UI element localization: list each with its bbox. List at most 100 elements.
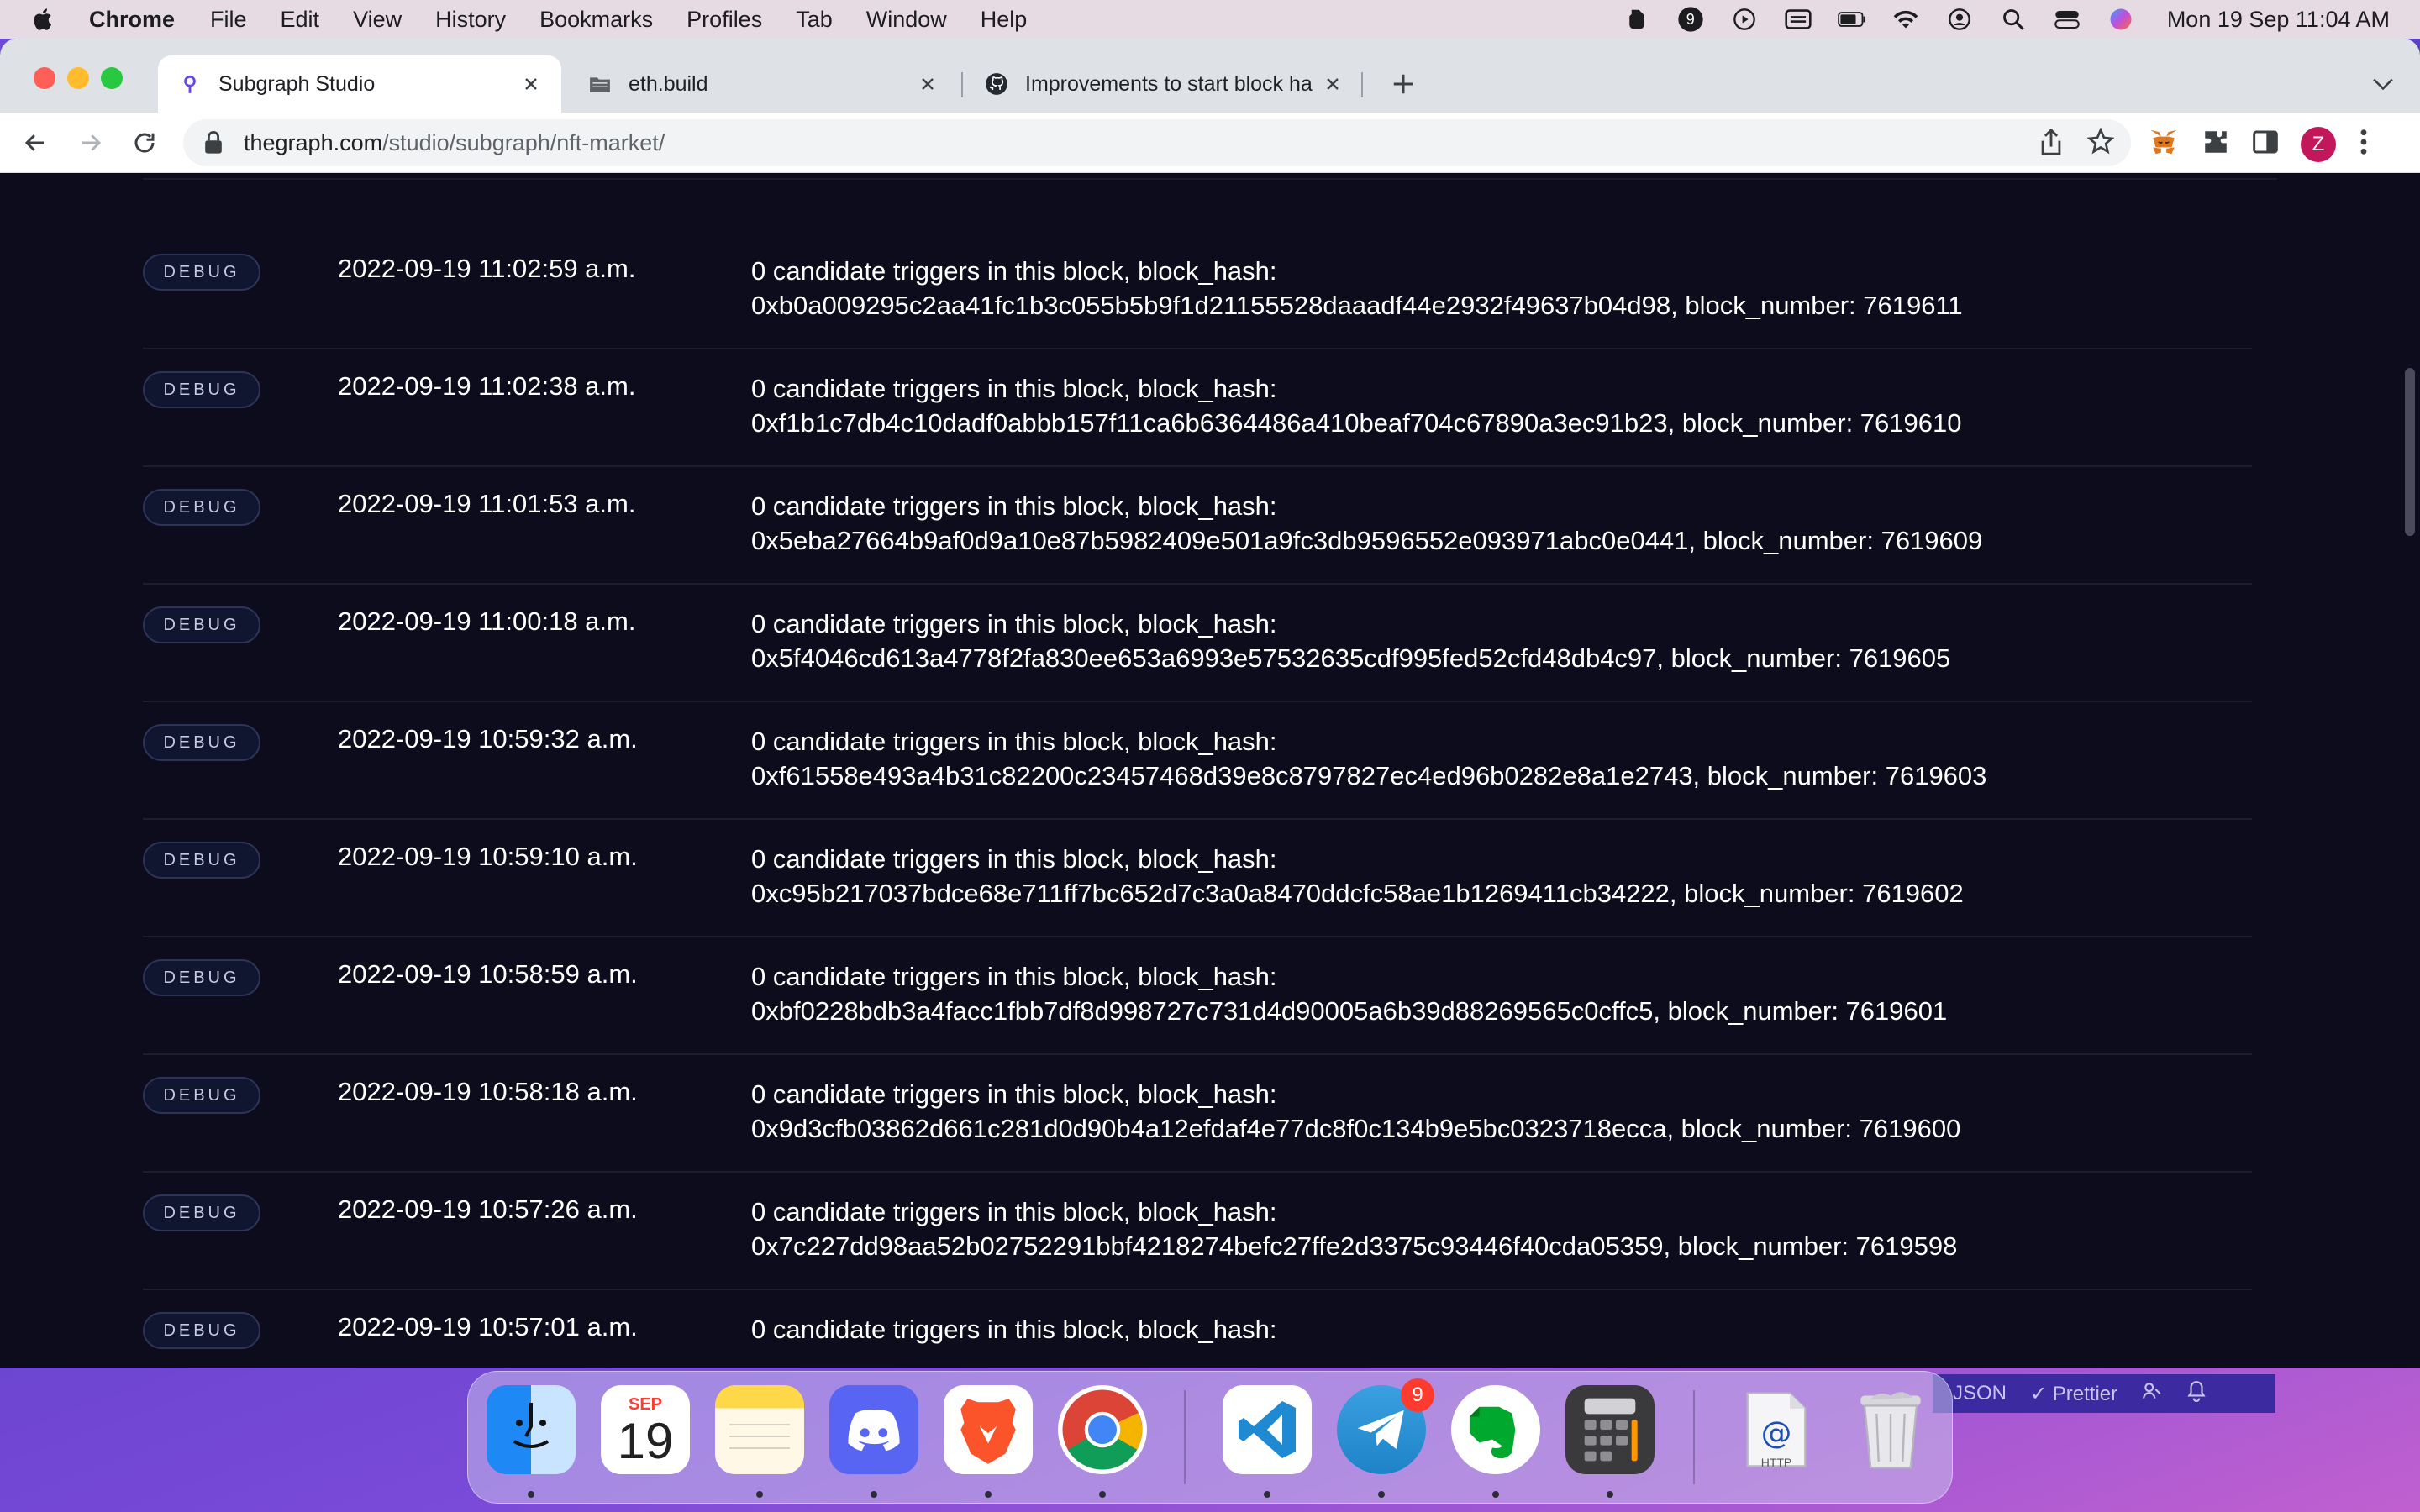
dock-vscode[interactable] xyxy=(1223,1385,1312,1474)
close-icon[interactable] xyxy=(918,74,938,94)
dock-calendar[interactable]: SEP 19 xyxy=(601,1385,690,1474)
log-message-line: 0xf61558e493a4b31c82200c23457468d39e8c87… xyxy=(751,761,1987,790)
log-timestamp: 2022-09-19 10:59:32 a.m. xyxy=(338,724,638,753)
log-row: DEBUG 2022-09-19 10:59:10 a.m. 0 candida… xyxy=(143,820,2252,937)
dock-http-document[interactable]: @ HTTP xyxy=(1732,1385,1821,1474)
minimize-window-button[interactable] xyxy=(67,67,89,89)
search-icon[interactable] xyxy=(1999,7,2028,32)
log-message: 0 candidate triggers in this block, bloc… xyxy=(751,1077,2255,1146)
notes-icon xyxy=(729,1424,790,1449)
scrollbar-thumb[interactable] xyxy=(2405,368,2415,536)
dock-discord[interactable] xyxy=(829,1385,918,1474)
url-path: /studio/subgraph/nft-market/ xyxy=(382,129,666,155)
log-timestamp: 2022-09-19 11:02:38 a.m. xyxy=(338,371,636,401)
macos-menu-bar: Chrome File Edit View History Bookmarks … xyxy=(0,0,2420,39)
menu-edit[interactable]: Edit xyxy=(281,7,320,33)
close-window-button[interactable] xyxy=(34,67,55,89)
menu-window[interactable]: Window xyxy=(866,7,947,33)
chrome-window: Subgraph Studio eth.build Improvements t… xyxy=(0,39,2420,1368)
menu-history[interactable]: History xyxy=(435,7,506,33)
extensions-puzzle-icon[interactable] xyxy=(2202,128,2230,160)
log-timestamp: 2022-09-19 10:57:01 a.m. xyxy=(338,1312,638,1341)
discord-icon xyxy=(848,1410,900,1452)
siri-icon[interactable] xyxy=(2107,7,2135,32)
language-mode[interactable]: JSON xyxy=(1953,1382,2007,1405)
log-message-line: 0 candidate triggers in this block, bloc… xyxy=(751,1315,1277,1344)
reload-icon[interactable] xyxy=(129,128,160,158)
share-icon[interactable] xyxy=(2039,128,2064,162)
log-row: DEBUG 2022-09-19 10:59:32 a.m. 0 candida… xyxy=(143,702,2252,820)
tab-search-chevron-down-icon[interactable] xyxy=(2370,72,2396,96)
log-row: DEBUG 2022-09-19 11:02:38 a.m. 0 candida… xyxy=(143,349,2252,467)
menu-app-name[interactable]: Chrome xyxy=(89,7,175,33)
log-message-line: 0 candidate triggers in this block, bloc… xyxy=(751,727,1277,756)
apple-icon[interactable] xyxy=(30,6,57,33)
log-level-badge: DEBUG xyxy=(143,959,260,996)
dock-notes[interactable] xyxy=(715,1385,804,1474)
log-row: DEBUG 2022-09-19 11:01:53 a.m. 0 candida… xyxy=(143,467,2252,585)
dock-calculator[interactable] xyxy=(1565,1385,1655,1474)
forward-arrow-icon[interactable] xyxy=(76,128,106,158)
lock-icon[interactable] xyxy=(203,131,224,155)
omnibox-actions xyxy=(2039,127,2115,162)
dock-chrome[interactable] xyxy=(1058,1385,1147,1474)
kebab-menu-icon[interactable] xyxy=(2358,128,2370,160)
profile-avatar[interactable]: Z xyxy=(2301,126,2336,162)
menubar-clock[interactable]: Mon 19 Sep 11:04 AM xyxy=(2167,7,2390,33)
menu-view[interactable]: View xyxy=(353,7,402,33)
tab-github-issue[interactable]: Improvements to start block ha xyxy=(965,55,1363,113)
tab-title: Improvements to start block ha xyxy=(1025,71,1313,96)
user-icon[interactable] xyxy=(1945,7,1974,32)
side-panel-icon[interactable] xyxy=(2252,129,2279,160)
brave-lion-icon xyxy=(960,1399,1016,1464)
evernote-icon[interactable] xyxy=(1623,7,1651,32)
log-timestamp: 2022-09-19 10:57:26 a.m. xyxy=(338,1194,638,1224)
menu-tab[interactable]: Tab xyxy=(796,7,833,33)
tab-subgraph-studio[interactable]: Subgraph Studio xyxy=(158,55,561,113)
menu-file[interactable]: File xyxy=(210,7,247,33)
menu-help[interactable]: Help xyxy=(981,7,1028,33)
log-row: DEBUG 2022-09-19 10:57:26 a.m. 0 candida… xyxy=(143,1173,2252,1290)
battery-icon[interactable] xyxy=(1838,7,1866,32)
feedback-icon[interactable] xyxy=(2141,1380,2163,1408)
running-indicator xyxy=(1492,1491,1499,1498)
new-tab-plus-icon[interactable] xyxy=(1388,69,1418,99)
back-arrow-icon[interactable] xyxy=(20,128,50,158)
log-message-line: 0xbf0228bdb3a4facc1fbb7df8d998727c731d4d… xyxy=(751,996,1948,1026)
log-message: 0 candidate triggers in this block, bloc… xyxy=(751,842,2255,911)
browser-toolbar: thegraph.com /studio/subgraph/nft-market… xyxy=(0,113,2420,173)
control-center-icon[interactable] xyxy=(2053,7,2081,32)
keyboard-icon[interactable] xyxy=(1784,7,1812,32)
log-message-line: 0xf1b1c7db4c10dadf0abbb157f11ca6b6364486… xyxy=(751,408,1962,438)
telegram-icon xyxy=(1357,1410,1404,1450)
address-bar[interactable]: thegraph.com /studio/subgraph/nft-market… xyxy=(183,119,2131,166)
log-level-badge: DEBUG xyxy=(143,371,260,408)
bookmark-star-icon[interactable] xyxy=(2086,127,2115,162)
dock-evernote[interactable] xyxy=(1451,1385,1540,1474)
log-message-line: 0 candidate triggers in this block, bloc… xyxy=(751,256,1277,286)
dock-trash[interactable] xyxy=(1846,1385,1935,1474)
prettier-status[interactable]: ✓ Prettier xyxy=(2030,1382,2118,1406)
log-row: DEBUG 2022-09-19 10:58:18 a.m. 0 candida… xyxy=(143,1055,2252,1173)
dock-finder[interactable] xyxy=(487,1385,576,1474)
log-timestamp: 2022-09-19 11:00:18 a.m. xyxy=(338,606,636,636)
menu-profiles[interactable]: Profiles xyxy=(687,7,762,33)
bell-icon[interactable] xyxy=(2186,1380,2207,1408)
log-message-line: 0 candidate triggers in this block, bloc… xyxy=(751,1079,1277,1109)
close-icon[interactable] xyxy=(1323,74,1343,94)
menu-bookmarks[interactable]: Bookmarks xyxy=(539,7,653,33)
tab-eth-build[interactable]: eth.build xyxy=(568,55,958,113)
editor-status-bar: JSON ✓ Prettier xyxy=(1933,1374,2275,1413)
wifi-icon[interactable] xyxy=(1891,7,1920,32)
play-icon[interactable] xyxy=(1730,7,1759,32)
notification-icon[interactable]: 9 xyxy=(1676,7,1705,32)
running-indicator xyxy=(1607,1491,1613,1498)
page-scrollbar[interactable] xyxy=(2395,173,2420,1368)
metamask-fox-icon[interactable] xyxy=(2148,126,2180,162)
zoom-window-button[interactable] xyxy=(101,67,123,89)
telegram-notification-badge: 9 xyxy=(1401,1378,1434,1412)
log-message-line: 0xc95b217037bdce68e711ff7bc652d7c3a0a847… xyxy=(751,879,1964,908)
log-timestamp: 2022-09-19 11:02:59 a.m. xyxy=(338,254,636,283)
close-icon[interactable] xyxy=(521,74,541,94)
dock-brave[interactable] xyxy=(944,1385,1033,1474)
